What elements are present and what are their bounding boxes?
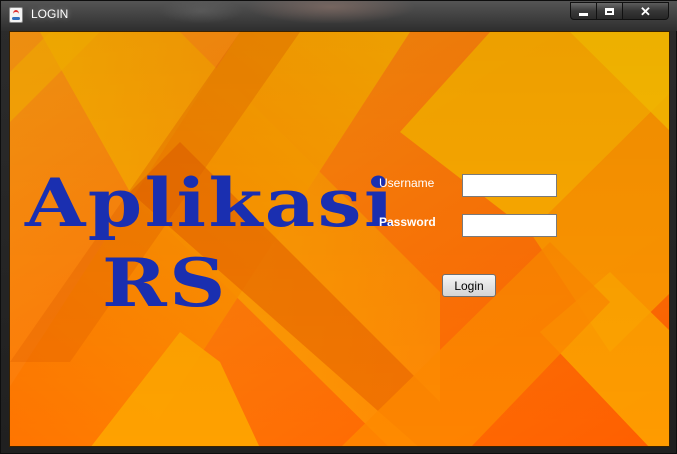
maximize-button[interactable] xyxy=(597,2,623,20)
login-window: LOGIN ✕ Aplikasi RS Username Password Lo… xyxy=(0,0,677,454)
app-name-line1: Aplikasi xyxy=(25,164,396,242)
window-title: LOGIN xyxy=(31,7,69,21)
app-name-line2: RS xyxy=(102,244,228,322)
minimize-button[interactable] xyxy=(570,2,597,20)
java-app-icon[interactable] xyxy=(9,7,23,23)
close-button[interactable]: ✕ xyxy=(623,2,669,20)
maximize-icon xyxy=(605,7,614,15)
login-panel: Aplikasi RS Username Password Login xyxy=(9,31,670,447)
window-controls: ✕ xyxy=(570,2,669,21)
close-icon: ✕ xyxy=(640,3,651,19)
username-label: Username xyxy=(379,176,435,190)
password-field[interactable] xyxy=(462,214,557,237)
username-field[interactable] xyxy=(462,174,557,197)
titlebar[interactable]: LOGIN ✕ xyxy=(1,1,677,29)
login-button[interactable]: Login xyxy=(442,274,496,297)
password-label: Password xyxy=(379,215,436,229)
minimize-icon xyxy=(579,12,588,16)
